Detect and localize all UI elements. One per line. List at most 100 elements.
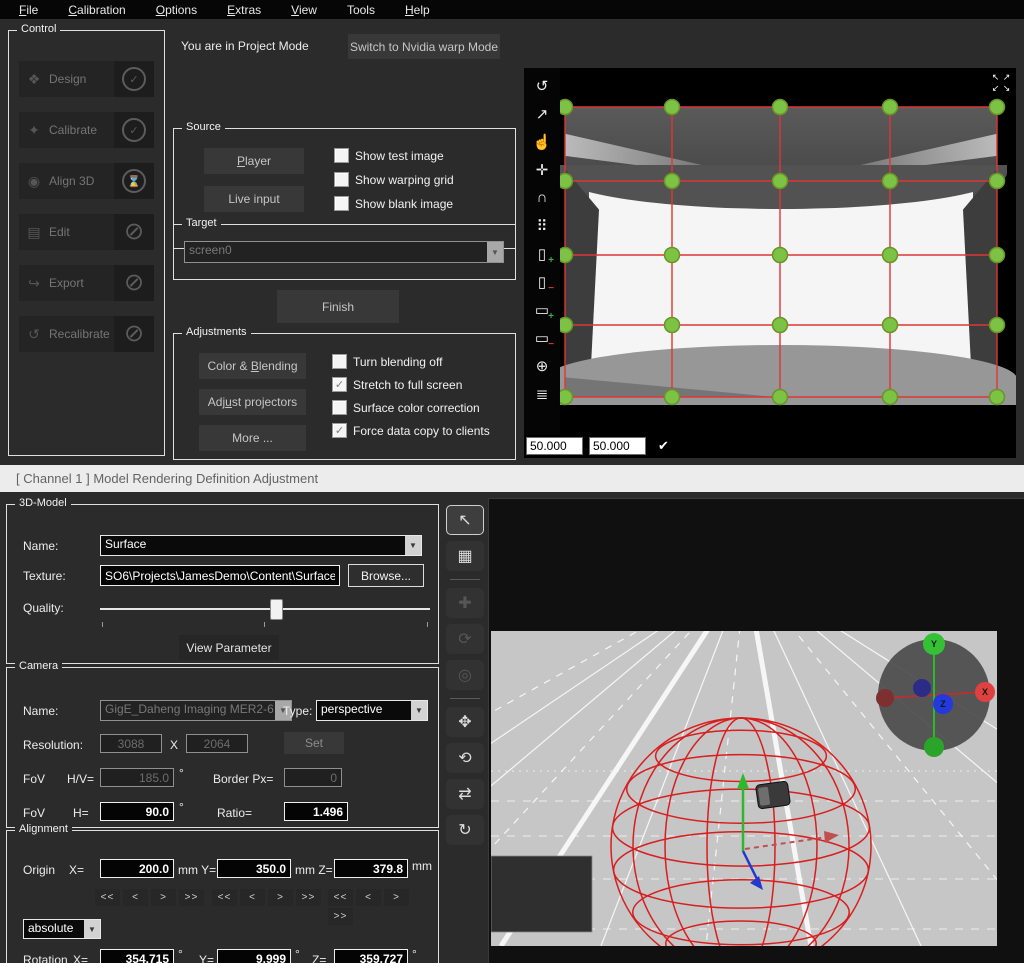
warp-grid-point[interactable] xyxy=(773,248,788,263)
warp-grid-point[interactable] xyxy=(560,390,573,405)
origin-y-step-fwd[interactable]: > xyxy=(268,889,293,906)
origin-x-step-fwd[interactable]: > xyxy=(151,889,176,906)
finish-button[interactable]: Finish xyxy=(277,290,399,323)
adjustments-checkbox-2[interactable]: Surface color correction xyxy=(332,400,480,415)
origin-z-input[interactable] xyxy=(334,859,408,878)
globe-icon[interactable]: ⊕ xyxy=(529,353,555,378)
control-button-align-3d[interactable]: ◉Align 3D⌛ xyxy=(19,163,154,199)
adjustments-checkbox-1[interactable]: ✓Stretch to full screen xyxy=(332,377,462,392)
target-select[interactable]: screen0 ▼ xyxy=(184,241,504,263)
rotation-z-input[interactable] xyxy=(334,949,408,963)
origin-x-step-fwd-fast[interactable]: >> xyxy=(179,889,204,906)
control-button-design[interactable]: ❖Design✓ xyxy=(19,61,154,97)
grid-value-y-input[interactable] xyxy=(589,437,646,455)
warp-grid-point[interactable] xyxy=(665,100,680,115)
live-input-button[interactable]: Live input xyxy=(204,186,304,212)
viewport-3d[interactable]: YXZ xyxy=(488,498,1024,963)
warp-grid-point[interactable] xyxy=(883,248,898,263)
chevron-down-icon[interactable]: ▼ xyxy=(487,242,503,262)
source-checkbox-2[interactable]: Show blank image xyxy=(334,196,453,211)
switch-nvidia-warp-button[interactable]: Switch to Nvidia warp Mode xyxy=(348,34,500,59)
control-button-calibrate[interactable]: ✦Calibrate✓ xyxy=(19,112,154,148)
player-button[interactable]: Player xyxy=(204,148,304,174)
warp-grid-point[interactable] xyxy=(883,174,898,189)
add-row-icon[interactable]: ▭+ xyxy=(529,297,555,322)
control-button-edit[interactable]: ▤Edit⊘ xyxy=(19,214,154,250)
adjustments-checkbox-0[interactable]: Turn blending off xyxy=(332,354,442,369)
move-point-icon[interactable]: ✛ xyxy=(529,157,555,182)
control-button-recalibrate[interactable]: ↺Recalibrate⊘ xyxy=(19,316,154,352)
pan-view-icon[interactable]: ✥ xyxy=(446,707,484,737)
quality-slider-track[interactable] xyxy=(100,608,430,610)
quad-view-icon[interactable]: ▦ xyxy=(446,541,484,571)
checkbox-unchecked[interactable] xyxy=(332,354,347,369)
warp-grid-point[interactable] xyxy=(883,100,898,115)
warp-grid-point[interactable] xyxy=(773,100,788,115)
rotation-y-input[interactable] xyxy=(217,949,291,963)
warp-grid-point[interactable] xyxy=(665,248,680,263)
quality-slider-thumb[interactable] xyxy=(270,599,283,620)
fullscreen-expand-icon[interactable]: ↖↗ ↙↘ xyxy=(990,72,1012,94)
warp-grid-point[interactable] xyxy=(990,390,1005,405)
remove-row-icon[interactable]: ▭− xyxy=(529,325,555,350)
warp-grid-point[interactable] xyxy=(665,390,680,405)
checkbox-checked[interactable]: ✓ xyxy=(332,377,347,392)
origin-z-step-fwd[interactable]: > xyxy=(384,889,409,906)
checkbox-unchecked[interactable] xyxy=(332,400,347,415)
checkbox-unchecked[interactable] xyxy=(334,148,349,163)
origin-y-step-back[interactable]: < xyxy=(240,889,265,906)
warp-grid-point[interactable] xyxy=(773,174,788,189)
list-icon[interactable]: ≣ xyxy=(529,381,555,406)
grid-value-x-input[interactable] xyxy=(526,437,583,455)
pan-hand-icon[interactable]: ☝ xyxy=(529,129,555,154)
set-button[interactable]: Set xyxy=(284,732,344,754)
warp-grid-point[interactable] xyxy=(560,100,573,115)
texture-path-input[interactable] xyxy=(100,565,340,586)
origin-z-step-back[interactable]: < xyxy=(356,889,381,906)
checkbox-checked[interactable]: ✓ xyxy=(332,423,347,438)
warp-grid-point[interactable] xyxy=(990,100,1005,115)
menu-item-calibration[interactable]: Calibration xyxy=(53,3,140,17)
menu-item-view[interactable]: View xyxy=(276,3,332,17)
origin-x-input[interactable] xyxy=(100,859,174,878)
adjust-projectors-button[interactable]: Adjust projectors xyxy=(199,389,306,415)
more-button[interactable]: More ... xyxy=(199,425,306,451)
warp-grid-point[interactable] xyxy=(560,248,573,263)
chevron-down-icon[interactable]: ▼ xyxy=(84,920,100,938)
warp-grid-point[interactable] xyxy=(990,174,1005,189)
warp-grid-point[interactable] xyxy=(990,318,1005,333)
warp-grid-point[interactable] xyxy=(990,248,1005,263)
warp-grid-point[interactable] xyxy=(665,318,680,333)
fov-h-input[interactable] xyxy=(100,802,174,821)
alignment-mode-select[interactable]: absolute ▼ xyxy=(23,919,101,939)
warp-grid-point[interactable] xyxy=(560,318,573,333)
menu-item-file[interactable]: File xyxy=(4,3,53,17)
warp-grid-point[interactable] xyxy=(773,390,788,405)
camera-image-view[interactable]: ↖↗ ↙↘ xyxy=(560,68,1016,435)
control-button-export[interactable]: ↪Export⊘ xyxy=(19,265,154,301)
source-checkbox-1[interactable]: Show warping grid xyxy=(334,172,454,187)
menu-item-options[interactable]: Options xyxy=(141,3,212,17)
zoom-view-icon[interactable]: ⇄ xyxy=(446,779,484,809)
rotation-x-input[interactable] xyxy=(100,949,174,963)
rotate-view-icon[interactable]: ⟲ xyxy=(446,743,484,773)
select-tool-icon[interactable]: ↖ xyxy=(446,505,484,535)
origin-x-step-back[interactable]: < xyxy=(123,889,148,906)
add-column-icon[interactable]: ▯+ xyxy=(529,241,555,266)
checkbox-unchecked[interactable] xyxy=(334,196,349,211)
color-blending-button[interactable]: Color & Blending xyxy=(199,353,306,379)
warp-grid-point[interactable] xyxy=(773,318,788,333)
apply-check-icon[interactable]: ✔ xyxy=(658,438,669,454)
arc-tool-icon[interactable]: ∩ xyxy=(529,185,555,210)
undo-icon[interactable]: ↺ xyxy=(529,73,555,98)
checkbox-unchecked[interactable] xyxy=(334,172,349,187)
origin-x-step-back-fast[interactable]: << xyxy=(95,889,120,906)
source-checkbox-0[interactable]: Show test image xyxy=(334,148,444,163)
adjustments-checkbox-3[interactable]: ✓Force data copy to clients xyxy=(332,423,490,438)
chevron-down-icon[interactable]: ▼ xyxy=(411,701,427,720)
orbit-view-icon[interactable]: ↻ xyxy=(446,815,484,845)
camera-name-select[interactable]: GigE_Daheng Imaging MER2-6 ▼ xyxy=(100,700,292,721)
warp-grid-point[interactable] xyxy=(883,390,898,405)
origin-y-input[interactable] xyxy=(217,859,291,878)
remove-column-icon[interactable]: ▯− xyxy=(529,269,555,294)
